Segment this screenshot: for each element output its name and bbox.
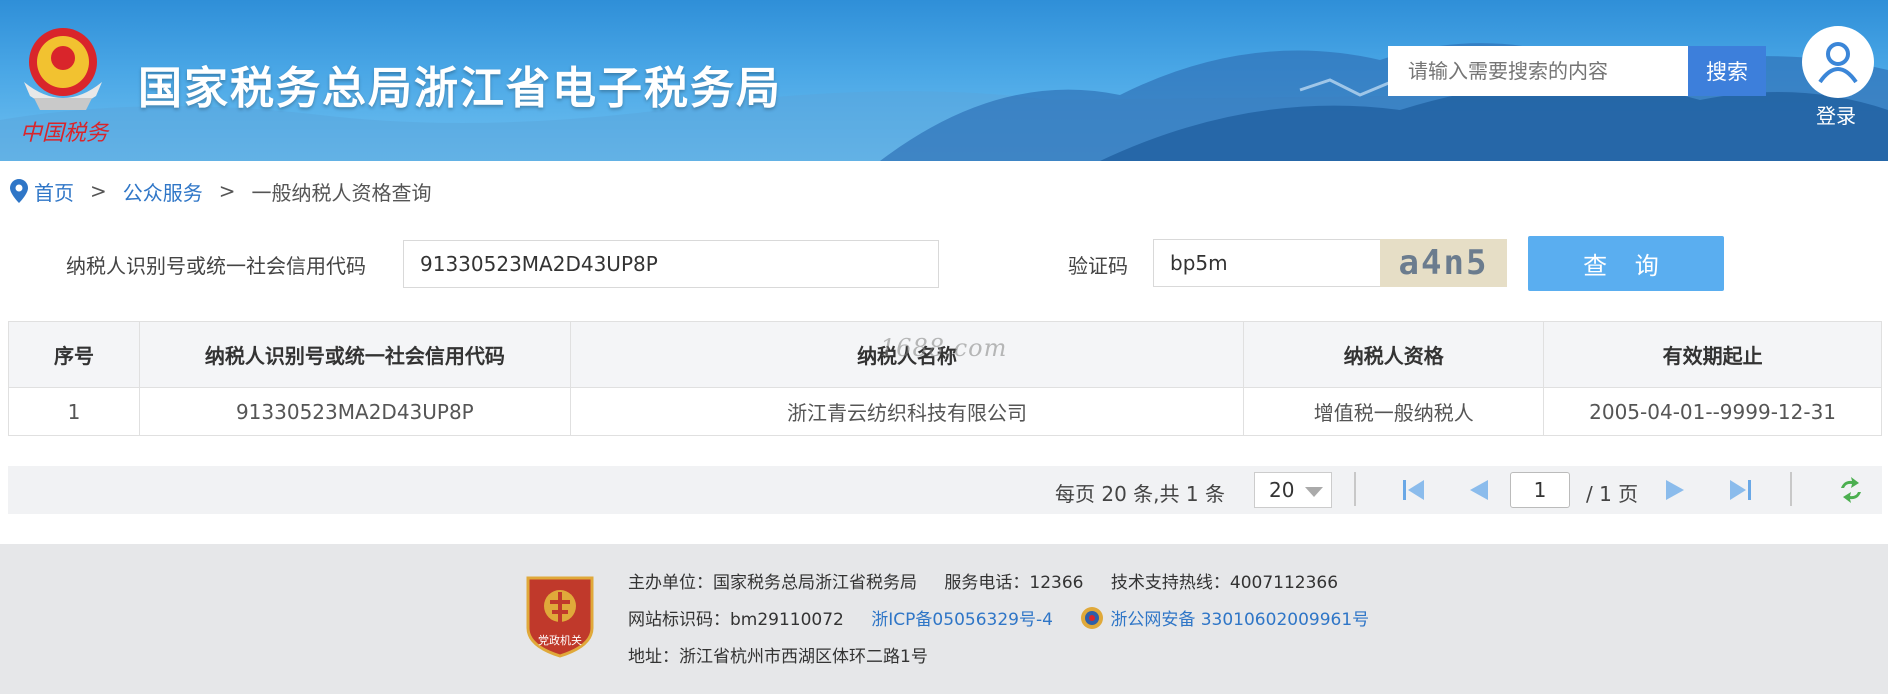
breadcrumb-public-service[interactable]: 公众服务: [123, 177, 203, 206]
table-row: 1 91330523MA2D43UP8P 浙江青云纺织科技有限公司 增值税一般纳…: [8, 387, 1882, 436]
captcha-label: 验证码: [1068, 254, 1128, 278]
police-badge-icon: [1081, 607, 1104, 629]
table-cell: 浙江青云纺织科技有限公司: [569, 387, 1245, 436]
column-header: 纳税人识别号或统一社会信用代码: [138, 321, 571, 388]
page-size-select[interactable]: 20: [1254, 472, 1332, 508]
breadcrumb-separator: >: [218, 179, 236, 203]
pagination-bar: 每页 20 条,共 1 条 20 1 / 1 页: [8, 466, 1882, 514]
police-record-link[interactable]: 浙公网安备 33010602009961号: [1110, 610, 1369, 630]
divider: [1354, 472, 1356, 506]
column-header: 有效期起止: [1543, 321, 1882, 388]
query-button[interactable]: 查 询: [1528, 236, 1724, 291]
divider: [1790, 472, 1792, 506]
footer-sponsor: 主办单位：国家税务总局浙江省税务局: [628, 573, 917, 593]
chevron-down-icon: [1305, 487, 1323, 497]
login-link[interactable]: 登录: [1816, 100, 1856, 129]
column-header: 序号: [8, 321, 140, 388]
table-cell: 增值税一般纳税人: [1243, 387, 1545, 436]
next-page-icon[interactable]: [1660, 476, 1690, 504]
taxpayer-id-input[interactable]: 91330523MA2D43UP8P: [403, 240, 939, 288]
breadcrumb: 首页 > 公众服务 > 一般纳税人资格查询: [10, 176, 432, 206]
captcha-input[interactable]: bp5m: [1153, 239, 1381, 287]
badge-text: 党政机关: [538, 633, 582, 647]
search-button[interactable]: 搜索: [1688, 46, 1766, 96]
first-page-icon[interactable]: [1398, 476, 1428, 504]
icp-link[interactable]: 浙ICP备05056329号-4: [871, 610, 1053, 630]
total-pages: / 1 页: [1586, 482, 1639, 506]
footer-line-2: 网站标识码：bm29110072 浙ICP备05056329号-4 浙公网安备 …: [628, 605, 1369, 630]
column-header: 纳税人资格: [1243, 321, 1545, 388]
footer-service-phone: 服务电话：12366: [944, 573, 1084, 593]
user-avatar-icon[interactable]: [1802, 26, 1874, 98]
captcha-image[interactable]: a4n5: [1380, 239, 1507, 287]
last-page-icon[interactable]: [1726, 476, 1756, 504]
table-cell: 91330523MA2D43UP8P: [138, 387, 571, 436]
breadcrumb-home[interactable]: 首页: [34, 177, 74, 206]
watermark: 1688.com: [880, 334, 1008, 362]
footer-address: 地址：浙江省杭州市西湖区体环二路1号: [628, 647, 928, 667]
header-banner: 中国税务 国家税务总局浙江省电子税务局 搜索 登录: [0, 0, 1888, 161]
page-size-value: 20: [1269, 478, 1295, 502]
search-input[interactable]: [1388, 46, 1688, 96]
taxpayer-id-label: 纳税人识别号或统一社会信用代码: [66, 254, 366, 278]
location-pin-icon: [10, 179, 28, 203]
tax-emblem-logo: 中国税务: [14, 18, 112, 146]
breadcrumb-current: 一般纳税人资格查询: [251, 180, 432, 205]
site-title: 国家税务总局浙江省电子税务局: [138, 63, 782, 114]
footer-line-1: 主办单位：国家税务总局浙江省税务局 服务电话：12366 技术支持热线：4007…: [628, 568, 1338, 593]
previous-page-icon[interactable]: [1464, 476, 1494, 504]
government-badge-logo[interactable]: 党政机关: [524, 572, 596, 658]
footer-site-code: 网站标识码：bm29110072: [628, 610, 844, 630]
table-cell: 2005-04-01--9999-12-31: [1543, 387, 1882, 436]
footer: 党政机关 主办单位：国家税务总局浙江省税务局 服务电话：12366 技术支持热线…: [0, 544, 1888, 694]
refresh-icon[interactable]: [1836, 476, 1866, 504]
table-cell: 1: [8, 387, 140, 436]
emblem-caption: 中国税务: [20, 121, 110, 146]
breadcrumb-separator: >: [90, 179, 107, 203]
footer-tech-hotline: 技术支持热线：4007112366: [1110, 573, 1339, 593]
pagination-info: 每页 20 条,共 1 条: [1055, 482, 1225, 506]
current-page-input[interactable]: 1: [1510, 472, 1570, 508]
